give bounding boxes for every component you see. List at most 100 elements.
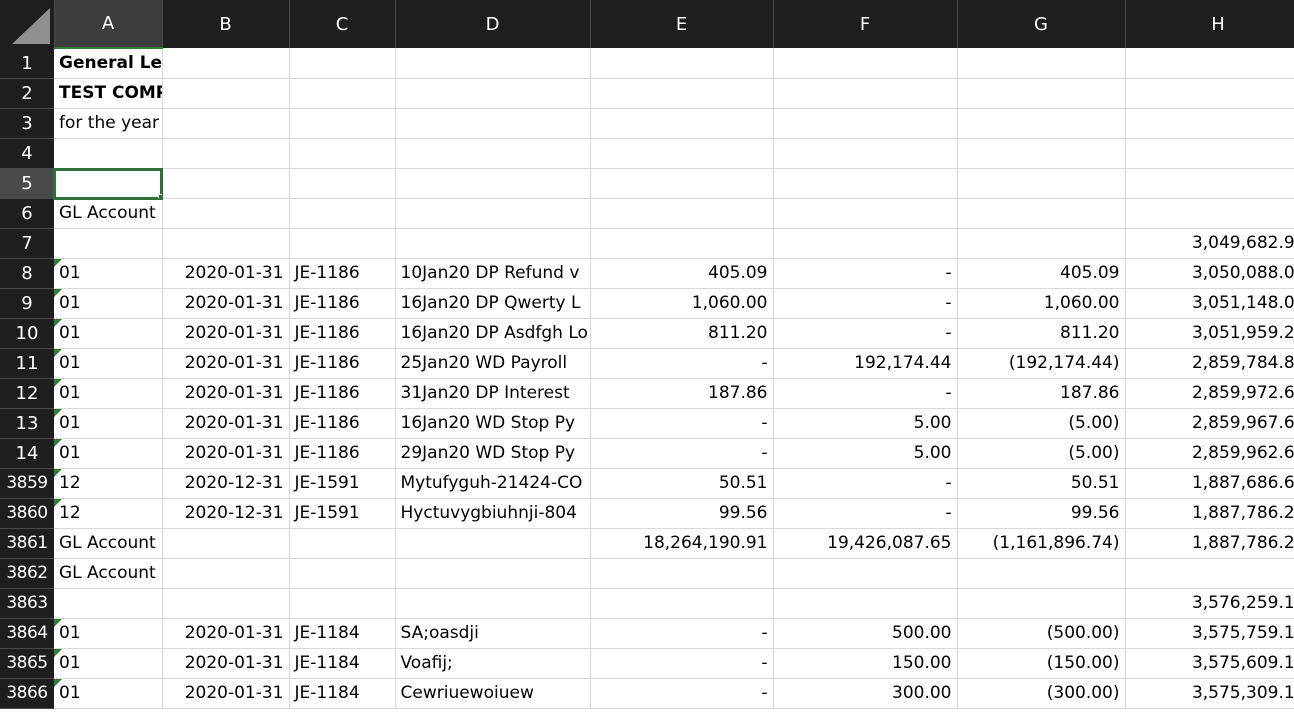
row-header[interactable]: 3862 [0, 558, 54, 589]
date-cell[interactable]: 2020-01-31 [162, 348, 290, 379]
journal-entry-cell[interactable]: JE-1186 [289, 318, 396, 349]
cell[interactable] [957, 558, 1126, 589]
company-name-cell[interactable]: TEST COMPANY 2 [54, 78, 163, 109]
date-cell[interactable]: 2020-12-31 [162, 498, 290, 529]
credit-cell[interactable]: 192,174.44 [773, 348, 958, 379]
description-cell[interactable]: Mytufyguh-21424-CO [395, 468, 591, 499]
total-net-cell[interactable]: (1,161,896.74) [957, 528, 1126, 559]
journal-entry-cell[interactable]: JE-1184 [289, 678, 396, 709]
cell[interactable] [395, 528, 591, 559]
cell[interactable] [773, 78, 958, 109]
cell[interactable] [289, 108, 396, 139]
date-cell[interactable]: 2020-12-31 [162, 468, 290, 499]
total-debit-cell[interactable]: 18,264,190.91 [590, 528, 774, 559]
row-header[interactable]: 8 [0, 258, 54, 289]
cell[interactable] [590, 108, 774, 139]
debit-cell[interactable]: 50.51 [590, 468, 774, 499]
cell[interactable] [1125, 48, 1294, 79]
debit-cell[interactable]: - [590, 348, 774, 379]
net-cell[interactable]: (300.00) [957, 678, 1126, 709]
description-cell[interactable]: 25Jan20 WD Payroll [395, 348, 591, 379]
row-header[interactable]: 7 [0, 228, 54, 259]
credit-cell[interactable]: - [773, 288, 958, 319]
row-header[interactable]: 2 [0, 78, 54, 109]
cell[interactable] [289, 528, 396, 559]
net-cell[interactable]: (150.00) [957, 648, 1126, 679]
cell[interactable] [590, 48, 774, 79]
net-cell[interactable]: (192,174.44) [957, 348, 1126, 379]
period-cell[interactable]: 01 [54, 318, 163, 349]
cell[interactable] [957, 588, 1126, 619]
balance-cell[interactable]: 1,887,686.68 [1125, 468, 1294, 499]
cell[interactable] [395, 108, 591, 139]
cell[interactable] [162, 528, 290, 559]
opening-balance-cell[interactable]: 3,049,682.98 [1125, 228, 1294, 259]
cell[interactable] [395, 228, 591, 259]
row-header[interactable]: 13 [0, 408, 54, 439]
column-header-h[interactable]: H [1125, 0, 1294, 48]
balance-cell[interactable]: 1,887,786.24 [1125, 498, 1294, 529]
balance-cell[interactable]: 3,050,088.07 [1125, 258, 1294, 289]
cell[interactable] [289, 588, 396, 619]
net-cell[interactable]: 811.20 [957, 318, 1126, 349]
net-cell[interactable]: 1,060.00 [957, 288, 1126, 319]
cell[interactable] [1125, 108, 1294, 139]
cell[interactable] [162, 48, 290, 79]
period-cell[interactable]: 01 [54, 348, 163, 379]
cell[interactable] [162, 558, 290, 589]
debit-cell[interactable]: - [590, 648, 774, 679]
period-cell[interactable]: 01 [54, 648, 163, 679]
debit-cell[interactable]: 187.86 [590, 378, 774, 409]
cell[interactable] [54, 228, 163, 259]
date-cell[interactable]: 2020-01-31 [162, 288, 290, 319]
description-cell[interactable]: 16Jan20 DP Qwerty L [395, 288, 591, 319]
cell[interactable] [162, 168, 290, 199]
closing-balance-cell[interactable]: 1,887,786.24 [1125, 528, 1294, 559]
cell[interactable] [395, 78, 591, 109]
credit-cell[interactable]: 500.00 [773, 618, 958, 649]
gl-account-header-cell[interactable]: GL Account Number: 10110-000-0000 Cash, … [54, 558, 163, 589]
balance-cell[interactable]: 2,859,967.69 [1125, 408, 1294, 439]
cell[interactable] [773, 198, 958, 229]
credit-cell[interactable]: - [773, 378, 958, 409]
balance-cell[interactable]: 3,051,959.27 [1125, 318, 1294, 349]
cell[interactable] [289, 558, 396, 589]
opening-balance-cell[interactable]: 3,576,259.19 [1125, 588, 1294, 619]
credit-cell[interactable]: 300.00 [773, 678, 958, 709]
period-cell[interactable]: 01 [54, 618, 163, 649]
cell[interactable] [162, 198, 290, 229]
row-header[interactable]: 3860 [0, 498, 54, 529]
row-header[interactable]: 10 [0, 318, 54, 349]
date-cell[interactable]: 2020-01-31 [162, 378, 290, 409]
column-header-c[interactable]: C [289, 0, 396, 48]
cell[interactable] [957, 78, 1126, 109]
description-cell[interactable]: Cewriuewoiuew [395, 678, 591, 709]
balance-cell[interactable]: 2,859,784.83 [1125, 348, 1294, 379]
journal-entry-cell[interactable]: JE-1186 [289, 288, 396, 319]
net-cell[interactable]: 50.51 [957, 468, 1126, 499]
cell[interactable] [773, 588, 958, 619]
spreadsheet-grid[interactable]: A B C D E F G H 1 General Ledger [0, 0, 1294, 728]
net-cell[interactable]: 187.86 [957, 378, 1126, 409]
credit-cell[interactable]: 150.00 [773, 648, 958, 679]
row-header[interactable]: 3865 [0, 648, 54, 679]
balance-cell[interactable]: 3,575,759.19 [1125, 618, 1294, 649]
cell[interactable] [773, 138, 958, 169]
cell[interactable] [773, 168, 958, 199]
balance-cell[interactable]: 3,575,309.19 [1125, 678, 1294, 709]
cell[interactable] [162, 138, 290, 169]
journal-entry-cell[interactable]: JE-1186 [289, 438, 396, 469]
cell[interactable] [395, 48, 591, 79]
column-header-g[interactable]: G [957, 0, 1126, 48]
date-cell[interactable]: 2020-01-31 [162, 618, 290, 649]
row-header[interactable]: 3863 [0, 588, 54, 619]
cell[interactable] [1125, 558, 1294, 589]
row-header[interactable]: 5 [0, 168, 54, 199]
net-cell[interactable]: (500.00) [957, 618, 1126, 649]
cell[interactable] [957, 108, 1126, 139]
cell[interactable] [590, 558, 774, 589]
journal-entry-cell[interactable]: JE-1186 [289, 258, 396, 289]
cell[interactable] [395, 198, 591, 229]
cell[interactable] [590, 78, 774, 109]
cell[interactable] [395, 138, 591, 169]
